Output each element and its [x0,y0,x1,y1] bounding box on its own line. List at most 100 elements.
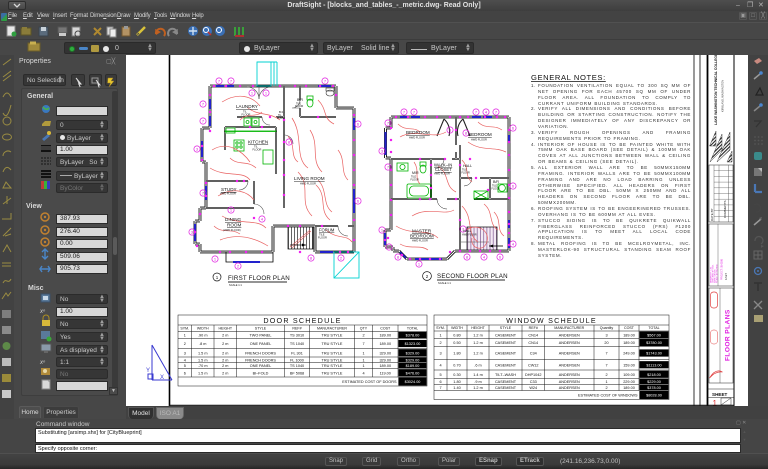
svg-text:$8028.00: $8028.00 [646,394,662,398]
svg-text:TWO PANEL: TWO PANEL [249,334,271,338]
svg-text:FL 301: FL 301 [291,351,303,355]
svg-text:1: 1 [362,358,364,362]
svg-text:$378.00: $378.00 [406,334,420,338]
svg-text:.9 m: .9 m [474,380,481,384]
svg-text:$476.00: $476.00 [406,371,420,375]
svg-text:FLOOR: FLOOR [411,179,420,182]
svg-text:TS 1040: TS 1040 [290,364,304,368]
svg-text:TRU STYLE: TRU STYLE [322,351,343,355]
svg-text:WIDTH: WIDTH [451,326,463,330]
svg-text:1.80: 1.80 [453,380,460,384]
svg-text:SYM.: SYM. [180,327,189,331]
svg-text:HWD FLOOR: HWD FLOOR [409,136,425,140]
svg-text:7: 7 [362,342,364,346]
svg-text:$3024.00: $3024.00 [405,380,421,384]
svg-text:TRU STYLE: TRU STYLE [322,334,343,338]
svg-text:1.2 m: 1.2 m [473,352,483,356]
svg-text:1: 1 [439,333,441,337]
svg-text:FLOOR PLANS: FLOOR PLANS [725,309,732,361]
svg-text:329.00: 329.00 [379,358,391,362]
svg-text:HWD FLOOR: HWD FLOOR [434,172,450,176]
svg-text:0.30: 0.30 [453,373,460,377]
svg-text:2 m: 2 m [222,334,228,338]
svg-text:FLOOR: FLOOR [253,148,262,152]
svg-text:A SET: A SET [725,273,728,280]
svg-text:FLOOR: FLOOR [492,188,501,191]
svg-text:1: 1 [362,351,364,355]
svg-text:C34: C34 [530,352,537,356]
svg-text:SCALE 1:1: SCALE 1:1 [229,283,242,287]
svg-text:KIRKLAND, WASHINGTON: KIRKLAND, WASHINGTON [721,80,725,112]
svg-text:2 m: 2 m [222,364,228,368]
svg-text:1: 1 [184,334,186,338]
svg-text:C33: C33 [530,380,537,384]
svg-text:$1323.00: $1323.00 [405,342,421,346]
svg-text:TOTAL: TOTAL [648,326,659,330]
svg-text:2 m: 2 m [222,351,228,355]
svg-text:$567.00: $567.00 [647,333,661,337]
svg-text:$229.00: $229.00 [647,380,661,384]
svg-text:2 m: 2 m [222,371,228,375]
svg-text:Quantity: Quantity [600,326,614,330]
svg-text:REF#: REF# [292,327,301,331]
svg-text:2 m: 2 m [222,342,228,346]
svg-text:STYLE: STYLE [255,327,267,331]
svg-text:HEIGHT: HEIGHT [471,326,485,330]
svg-text:ANDERSEN: ANDERSEN [559,341,580,345]
svg-text:FL 1000: FL 1000 [290,358,304,362]
svg-text:$218.00: $218.00 [647,373,661,377]
svg-text:189.00: 189.00 [623,386,635,390]
svg-text:TRU STYLE: TRU STYLE [322,364,343,368]
svg-text:1.4 m: 1.4 m [473,373,483,377]
svg-text:1.5 m: 1.5 m [198,351,208,355]
svg-text:LAUNDRY: LAUNDRY [236,104,258,109]
svg-text:7: 7 [605,363,607,367]
svg-text:CASEMENT: CASEMENT [495,363,517,367]
svg-text:PROJECT: 05-0506: PROJECT: 05-0506 [721,258,724,280]
svg-text:ANDERSEN: ANDERSEN [559,373,580,377]
svg-text:1.40: 1.40 [453,386,460,390]
svg-text:xⁿ: xⁿ [39,360,46,366]
svg-text:189.00: 189.00 [379,364,391,368]
svg-text:0.70: 0.70 [453,363,460,367]
svg-text:7: 7 [605,352,607,356]
svg-text:329.00: 329.00 [379,351,391,355]
svg-text:7: 7 [439,386,441,390]
svg-text:ONE PANEL: ONE PANEL [250,364,271,368]
svg-text:CASEMENT: CASEMENT [495,386,517,390]
svg-text:1.2 m: 1.2 m [473,333,483,337]
svg-text:249.00: 249.00 [623,352,635,356]
svg-text:WINDOW SCHEDULE: WINDOW SCHEDULE [506,316,597,325]
svg-text:20: 20 [604,341,608,345]
svg-text:BEDROOM: BEDROOM [410,234,434,239]
svg-text:STYLE: STYLE [500,326,512,330]
svg-text:$378.00: $378.00 [647,386,661,390]
svg-text:TRU STYLE: TRU STYLE [322,358,343,362]
svg-text:SYM.: SYM. [436,326,445,330]
svg-text:1.80: 1.80 [453,352,460,356]
svg-text:189.00: 189.00 [623,341,635,345]
svg-text:FLOOR: FLOOR [318,236,327,240]
svg-text:COST: COST [380,327,391,331]
svg-text:SCALE 1:1: SCALE 1:1 [438,281,451,285]
svg-text:1: 1 [605,380,607,384]
svg-text:TILT–WASH: TILT–WASH [495,373,516,377]
svg-text:1.5 m: 1.5 m [198,371,208,375]
svg-text:1: 1 [362,364,364,368]
svg-text:FLOOR: FLOOR [462,172,471,175]
svg-text:ESTIMATED COST OF WINDOWS: ESTIMATED COST OF WINDOWS [578,394,638,398]
svg-text:HWD FLOOR: HWD FLOOR [220,192,236,196]
svg-text:HWD FLOOR: HWD FLOOR [462,234,477,237]
svg-text:MANUFACTURER: MANUFACTURER [317,327,347,331]
svg-text:1.2 m: 1.2 m [473,341,483,345]
svg-text:.6 m: .6 m [474,363,481,367]
svg-text:SCALE: AS NOTED: SCALE: AS NOTED [716,264,719,283]
svg-text:$189.00: $189.00 [406,364,420,368]
svg-text:HWD FLOOR: HWD FLOOR [412,239,428,243]
svg-text:0.80: 0.80 [453,333,460,337]
svg-text:CASEMENT: CASEMENT [495,333,517,337]
svg-text:2: 2 [439,341,441,345]
svg-text:ANDERSEN: ANDERSEN [559,363,580,367]
svg-text:M/R: M/R [412,171,419,175]
svg-text:2: 2 [605,373,607,377]
